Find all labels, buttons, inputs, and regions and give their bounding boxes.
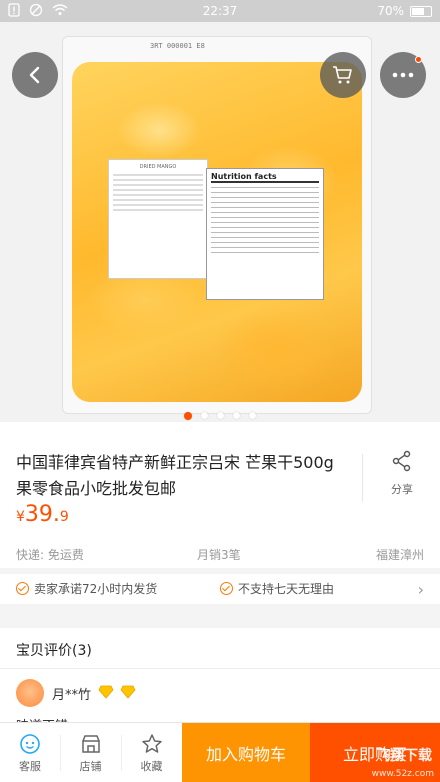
label-text-lines — [113, 174, 203, 211]
shop-icon — [81, 734, 100, 753]
reviews-title[interactable]: 宝贝评价(3) — [16, 640, 92, 660]
avatar — [16, 679, 44, 707]
service-label: 客服 — [19, 759, 41, 773]
status-bar: 22:37 70% — [0, 0, 440, 22]
check-circle-icon — [220, 582, 233, 595]
price-decimal: 9 — [59, 509, 69, 525]
shipping-fee: 快递: 免运费 — [16, 548, 84, 562]
notification-badge — [415, 56, 422, 63]
back-button[interactable] — [12, 52, 58, 98]
carousel-indicator — [0, 412, 440, 420]
star-icon — [141, 733, 162, 753]
status-time: 22:37 — [202, 4, 238, 18]
more-button[interactable] — [380, 52, 426, 98]
promise-item-ship72: 卖家承诺72小时内发货 — [16, 580, 157, 597]
price-currency: ¥ — [16, 509, 25, 525]
promise-label: 不支持七天无理由 — [238, 582, 335, 596]
promise-item-no-return: 不支持七天无理由 — [220, 580, 334, 597]
price-main: 39. — [24, 502, 60, 527]
diamond-icon — [120, 685, 136, 699]
bottom-action-bar: 客服 店铺 收藏 加入购物车 立即购买 飞翔下载 www.52z.com — [0, 722, 440, 782]
ship-location: 福建漳州 — [375, 548, 424, 562]
shipping-meta: 快递: 免运费 月销3笔 福建漳州 — [0, 540, 440, 570]
watermark-url: www.52z.com — [371, 769, 434, 779]
price: ¥39.9 — [16, 502, 69, 527]
carousel-dot — [249, 412, 256, 419]
check-circle-icon — [16, 582, 29, 595]
chevron-right-icon: › — [417, 580, 424, 599]
buy-now-button[interactable]: 立即购买 飞翔下载 www.52z.com — [310, 723, 440, 782]
watermark-logo: 飞翔下载 — [376, 748, 432, 764]
product-label: DRIED MANGO — [108, 159, 208, 279]
status-right: 70% — [377, 4, 432, 18]
diamond-icon — [98, 685, 114, 699]
label-heading: DRIED MANGO — [139, 164, 177, 170]
carousel-dot — [184, 412, 192, 420]
customer-service-button[interactable]: 客服 — [0, 723, 60, 782]
favorite-button[interactable]: 收藏 — [121, 723, 182, 782]
shop-button[interactable]: 店铺 — [60, 723, 121, 782]
nutrition-facts-label: Nutrition facts — [206, 168, 324, 300]
favorite-label: 收藏 — [140, 759, 163, 773]
carousel-dot — [201, 412, 208, 419]
service-promises[interactable]: 卖家承诺72小时内发货 不支持七天无理由 › — [0, 574, 440, 604]
shop-label: 店铺 — [79, 759, 102, 773]
share-icon — [392, 450, 411, 472]
cart-button[interactable] — [320, 52, 366, 98]
product-info: 中国菲律宾省特产新鲜正宗吕宋 芒果干500g 果零食品小吃批发包邮 分享 ¥39… — [0, 440, 440, 540]
service-icon — [20, 733, 40, 754]
product-title: 中国菲律宾省特产新鲜正宗吕宋 芒果干500g 果零食品小吃批发包邮 — [16, 453, 334, 498]
battery-percent: 70% — [377, 4, 404, 18]
chevron-left-icon — [29, 66, 40, 84]
carousel-dot — [217, 412, 224, 419]
add-to-cart-button[interactable]: 加入购物车 — [182, 723, 310, 782]
more-dots-icon — [392, 72, 414, 78]
battery-level — [412, 7, 424, 15]
share-button[interactable]: 分享 — [380, 450, 424, 497]
share-label: 分享 — [391, 483, 413, 496]
divider — [0, 668, 440, 669]
nutrition-title: Nutrition facts — [211, 172, 319, 183]
product-image-carousel[interactable]: 3RT 000001 E8 DRIED MANGO Nutrition fact… — [0, 22, 440, 422]
cart-icon — [333, 66, 352, 84]
section-gap — [0, 610, 440, 628]
reviewer-name: 月**竹 — [52, 688, 92, 703]
carousel-dot — [233, 412, 240, 419]
promise-label: 卖家承诺72小时内发货 — [34, 582, 158, 596]
battery-icon — [410, 5, 432, 17]
bag-code: 3RT 000001 E8 — [150, 42, 205, 50]
title-divider — [362, 454, 363, 502]
monthly-sales: 月销3笔 — [197, 548, 241, 562]
